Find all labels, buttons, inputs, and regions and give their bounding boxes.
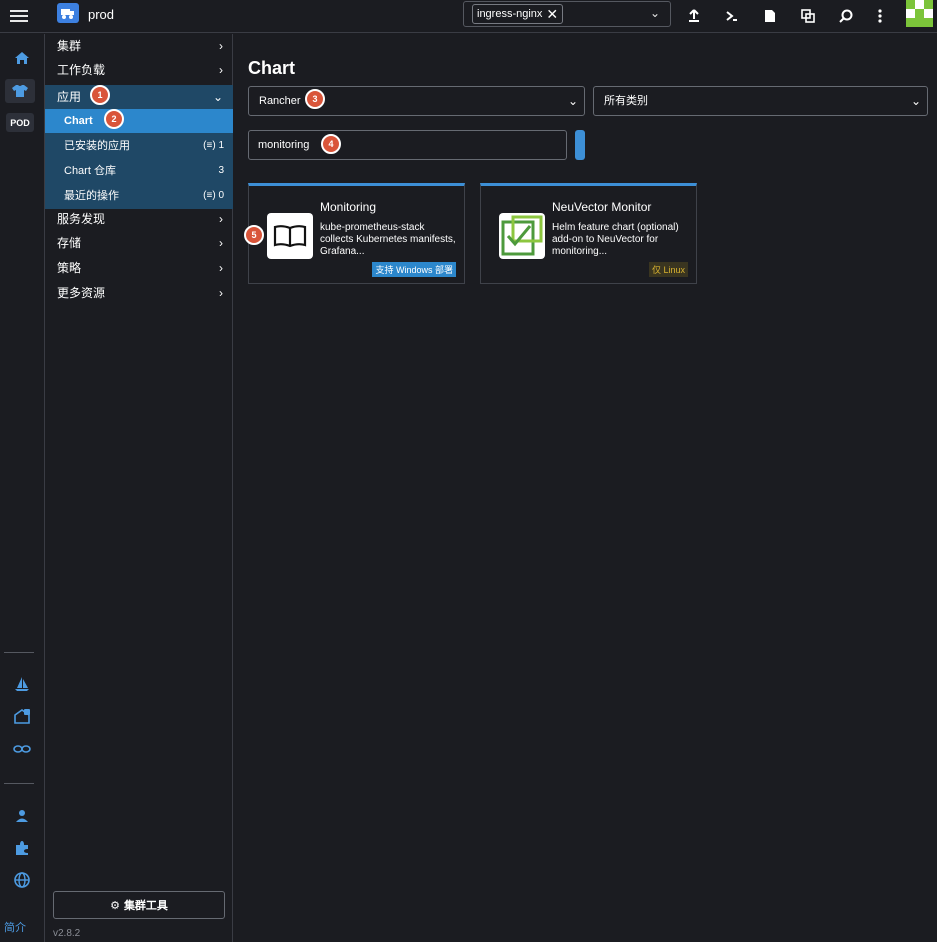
about-link[interactable]: 简介 (4, 919, 26, 935)
linux-only-tag: 仅 Linux (648, 262, 688, 277)
nav-group-apps[interactable]: 应用 ⌄ (45, 85, 233, 109)
namespace-filter[interactable]: ingress-nginx ✕ ⌄ (463, 1, 671, 27)
repository-select-value: Rancher (259, 95, 301, 107)
nav-group-storage[interactable]: 存储 › (45, 231, 233, 255)
nav-group-label: 更多资源 (57, 286, 106, 300)
nav-group-more-resources[interactable]: 更多资源 › (45, 281, 233, 305)
chevron-down-icon: ⌄ (567, 94, 578, 108)
cluster-management-icon[interactable] (8, 704, 36, 728)
divider (4, 783, 34, 784)
cluster-tools-label: 集群工具 (123, 900, 168, 912)
page-title: Chart (248, 58, 296, 78)
left-icon-bar: POD 简介 (0, 34, 45, 942)
step-marker: 3 (305, 89, 325, 109)
category-select-value: 所有类别 (604, 95, 648, 107)
gear-icon: ⚙ (110, 899, 120, 912)
chart-card-title: Monitoring (320, 200, 377, 214)
chevron-right-icon: › (219, 236, 223, 250)
chevron-right-icon: › (219, 39, 223, 53)
namespace-chip-label: ingress-nginx (477, 8, 543, 20)
cluster-logo-icon (57, 3, 79, 23)
count-value: 1 (218, 140, 224, 151)
nav-item-label: Chart 仓库 (64, 165, 116, 177)
chevron-down-icon: ⌄ (212, 90, 223, 104)
nav-item-chart-repos[interactable]: Chart 仓库 3 (45, 159, 233, 183)
nav-group-workloads[interactable]: 工作负载 › (45, 58, 233, 82)
pod-badge[interactable]: POD (6, 113, 34, 132)
copy-icon[interactable] (798, 6, 818, 26)
nav-group-label: 策略 (57, 261, 82, 275)
namespaced-icon: (≡) (203, 140, 219, 151)
repository-select[interactable]: Rancher ⌄ (248, 86, 585, 116)
nav-item-label: 最近的操作 (64, 190, 119, 202)
nav-group-policy[interactable]: 策略 › (45, 256, 233, 280)
upload-icon[interactable] (684, 6, 704, 26)
nav-group-cluster[interactable]: 集群 › (45, 34, 233, 58)
chart-card-monitoring[interactable]: Monitoring kube-prometheus-stack collect… (248, 183, 465, 284)
chevron-right-icon: › (219, 261, 223, 275)
menu-icon[interactable] (10, 7, 28, 25)
count-value: 0 (218, 190, 224, 201)
version-label: v2.8.2 (53, 928, 81, 939)
chart-card-neuvector-monitor[interactable]: NeuVector Monitor Helm feature chart (op… (480, 183, 697, 284)
main-content: Chart Rancher ⌄ 所有类别 ⌄ monitoring Monito… (233, 34, 937, 942)
chart-search-input[interactable]: monitoring (248, 130, 567, 160)
chevron-right-icon: › (219, 63, 223, 77)
nav-item-label: 已安装的应用 (64, 140, 130, 152)
step-marker: 5 (244, 225, 264, 245)
search-button[interactable] (575, 130, 585, 160)
nav-group-label: 存储 (57, 236, 82, 250)
nav-group-label: 应用 (57, 90, 82, 104)
step-marker: 4 (321, 134, 341, 154)
nav-item-label: Chart (64, 115, 93, 127)
neuvector-logo-icon (499, 213, 545, 259)
chevron-right-icon: › (219, 286, 223, 300)
shell-icon[interactable] (722, 6, 742, 26)
nav-group-service-discovery[interactable]: 服务发现 › (45, 207, 233, 231)
user-icon[interactable] (8, 804, 36, 828)
category-select[interactable]: 所有类别 ⌄ (593, 86, 928, 116)
side-nav: 集群 › 工作负载 › 应用 ⌄ Chart 已安装的应用 (≡) 1 Char… (45, 34, 233, 942)
chevron-down-icon[interactable]: ⌄ (650, 6, 660, 20)
close-icon[interactable]: ✕ (546, 5, 558, 23)
namespace-count: (≡) 1 (203, 134, 224, 158)
nav-group-label: 工作负载 (57, 63, 106, 77)
search-icon[interactable] (836, 6, 856, 26)
nav-group-label: 服务发现 (57, 212, 106, 226)
fleet-sail-icon[interactable] (8, 672, 36, 696)
book-icon (267, 213, 313, 259)
nav-section-apps: 应用 ⌄ Chart 已安装的应用 (≡) 1 Chart 仓库 3 最近的操作… (45, 85, 233, 209)
extensions-chain-icon[interactable] (8, 737, 36, 761)
cluster-shirt-icon[interactable] (5, 79, 35, 103)
chevron-right-icon: › (219, 212, 223, 226)
cluster-tools-button[interactable]: ⚙ 集群工具 (53, 891, 225, 919)
chart-search-value: monitoring (258, 139, 310, 151)
divider (4, 652, 34, 653)
globe-icon[interactable] (8, 868, 36, 892)
home-icon[interactable] (8, 46, 36, 70)
chart-card-title: NeuVector Monitor (552, 200, 652, 214)
file-icon[interactable] (760, 6, 780, 26)
count-value: 3 (218, 165, 224, 176)
chevron-down-icon: ⌄ (910, 94, 921, 108)
avatar[interactable] (906, 0, 933, 27)
step-marker: 1 (90, 85, 110, 105)
namespace-chip: ingress-nginx ✕ (472, 4, 564, 24)
nav-group-label: 集群 (57, 39, 82, 53)
windows-support-tag: 支持 Windows 部署 (372, 262, 456, 277)
nav-item-installed-apps[interactable]: 已安装的应用 (≡) 1 (45, 134, 233, 158)
chart-card-description: kube-prometheus-stack collects Kubernete… (320, 222, 456, 257)
top-bar: prod ingress-nginx ✕ ⌄ (0, 0, 937, 33)
nav-item-recent-operations[interactable]: 最近的操作 (≡) 0 (45, 184, 233, 208)
more-vertical-icon[interactable] (870, 6, 890, 26)
nav-item-charts[interactable]: Chart (45, 109, 233, 133)
chart-card-description: Helm feature chart (optional) add-on to … (552, 222, 679, 257)
namespaced-icon: (≡) (203, 190, 219, 201)
puzzle-icon[interactable] (8, 836, 36, 860)
namespace-count: (≡) 0 (203, 184, 224, 208)
cluster-name[interactable]: prod (88, 7, 114, 22)
step-marker: 2 (104, 109, 124, 129)
